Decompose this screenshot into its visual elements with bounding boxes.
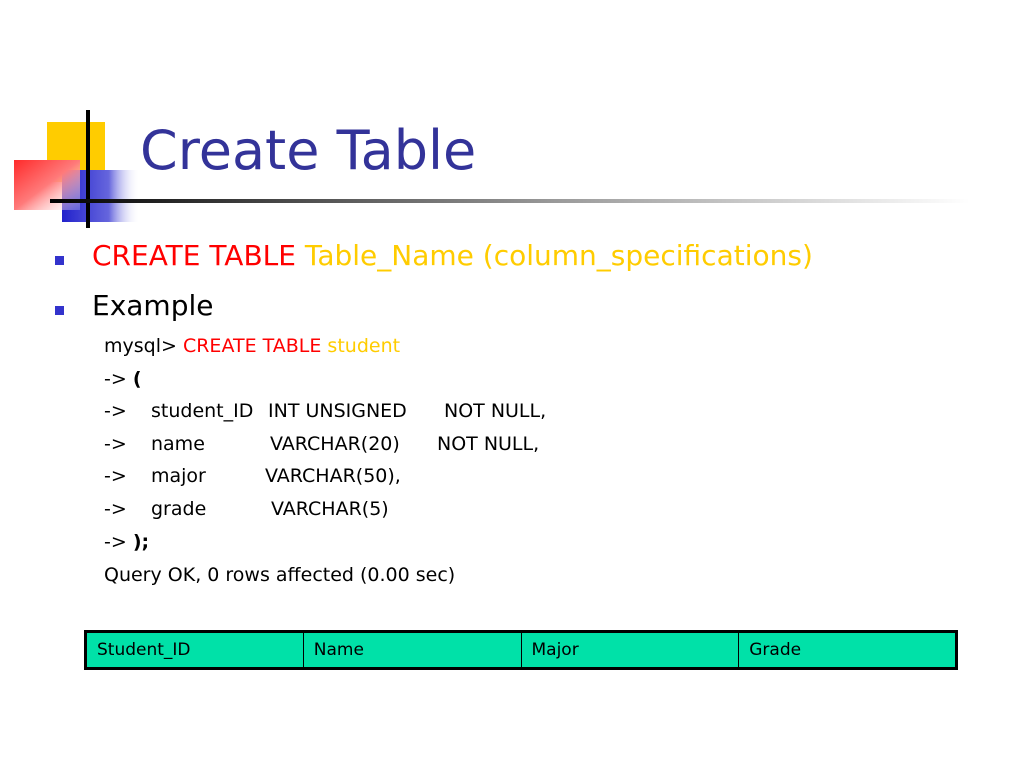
column-name: name bbox=[151, 433, 205, 455]
code-arrow: -> bbox=[104, 498, 127, 520]
code-line-close: -> ); bbox=[104, 533, 149, 552]
code-table-name: student bbox=[327, 335, 401, 357]
column-type: VARCHAR(20) bbox=[270, 433, 400, 455]
column-constraint: NOT NULL, bbox=[444, 400, 547, 422]
code-arrow: -> bbox=[104, 531, 127, 553]
slide-title: Create Table bbox=[140, 119, 477, 182]
syntax-keyword: CREATE TABLE bbox=[92, 239, 296, 272]
decorative-logo-icon bbox=[14, 110, 140, 228]
code-keyword: CREATE TABLE bbox=[182, 335, 322, 357]
student-table: Student_ID Name Major Grade bbox=[84, 630, 958, 670]
column-type: INT UNSIGNED bbox=[268, 400, 407, 422]
table-header-cell: Name bbox=[302, 631, 522, 669]
column-constraint: NOT NULL, bbox=[437, 433, 540, 455]
bullet-marker bbox=[55, 306, 64, 315]
code-close-paren: ); bbox=[132, 531, 150, 553]
table-header-cell: Grade bbox=[738, 631, 957, 669]
column-name: major bbox=[151, 465, 206, 487]
code-arrow: -> bbox=[104, 433, 127, 455]
table-header-cell: Major bbox=[520, 631, 740, 669]
column-name: student_ID bbox=[151, 400, 254, 422]
column-type: VARCHAR(5) bbox=[271, 498, 389, 520]
bullet-example: Example bbox=[92, 289, 214, 322]
bullet-syntax: CREATE TABLE Table_Name (column_specific… bbox=[92, 242, 813, 270]
title-divider bbox=[50, 199, 970, 203]
code-line-open: -> ( bbox=[104, 370, 142, 389]
table-header-cell: Student_ID bbox=[85, 631, 304, 669]
code-open-paren: ( bbox=[132, 368, 142, 390]
code-arrow: -> bbox=[104, 368, 127, 390]
table-header-row: Student_ID Name Major Grade bbox=[85, 631, 957, 669]
code-result: Query OK, 0 rows affected (0.00 sec) bbox=[104, 564, 456, 586]
code-line-create: mysql> CREATE TABLE student bbox=[104, 337, 400, 356]
bullet-marker bbox=[55, 256, 64, 265]
code-arrow: -> bbox=[104, 400, 127, 422]
column-name: grade bbox=[151, 498, 207, 520]
column-type: VARCHAR(50), bbox=[265, 465, 401, 487]
code-arrow: -> bbox=[104, 465, 127, 487]
code-prompt: mysql> bbox=[104, 335, 177, 357]
syntax-rest: Table_Name (column_specifications) bbox=[304, 239, 813, 272]
